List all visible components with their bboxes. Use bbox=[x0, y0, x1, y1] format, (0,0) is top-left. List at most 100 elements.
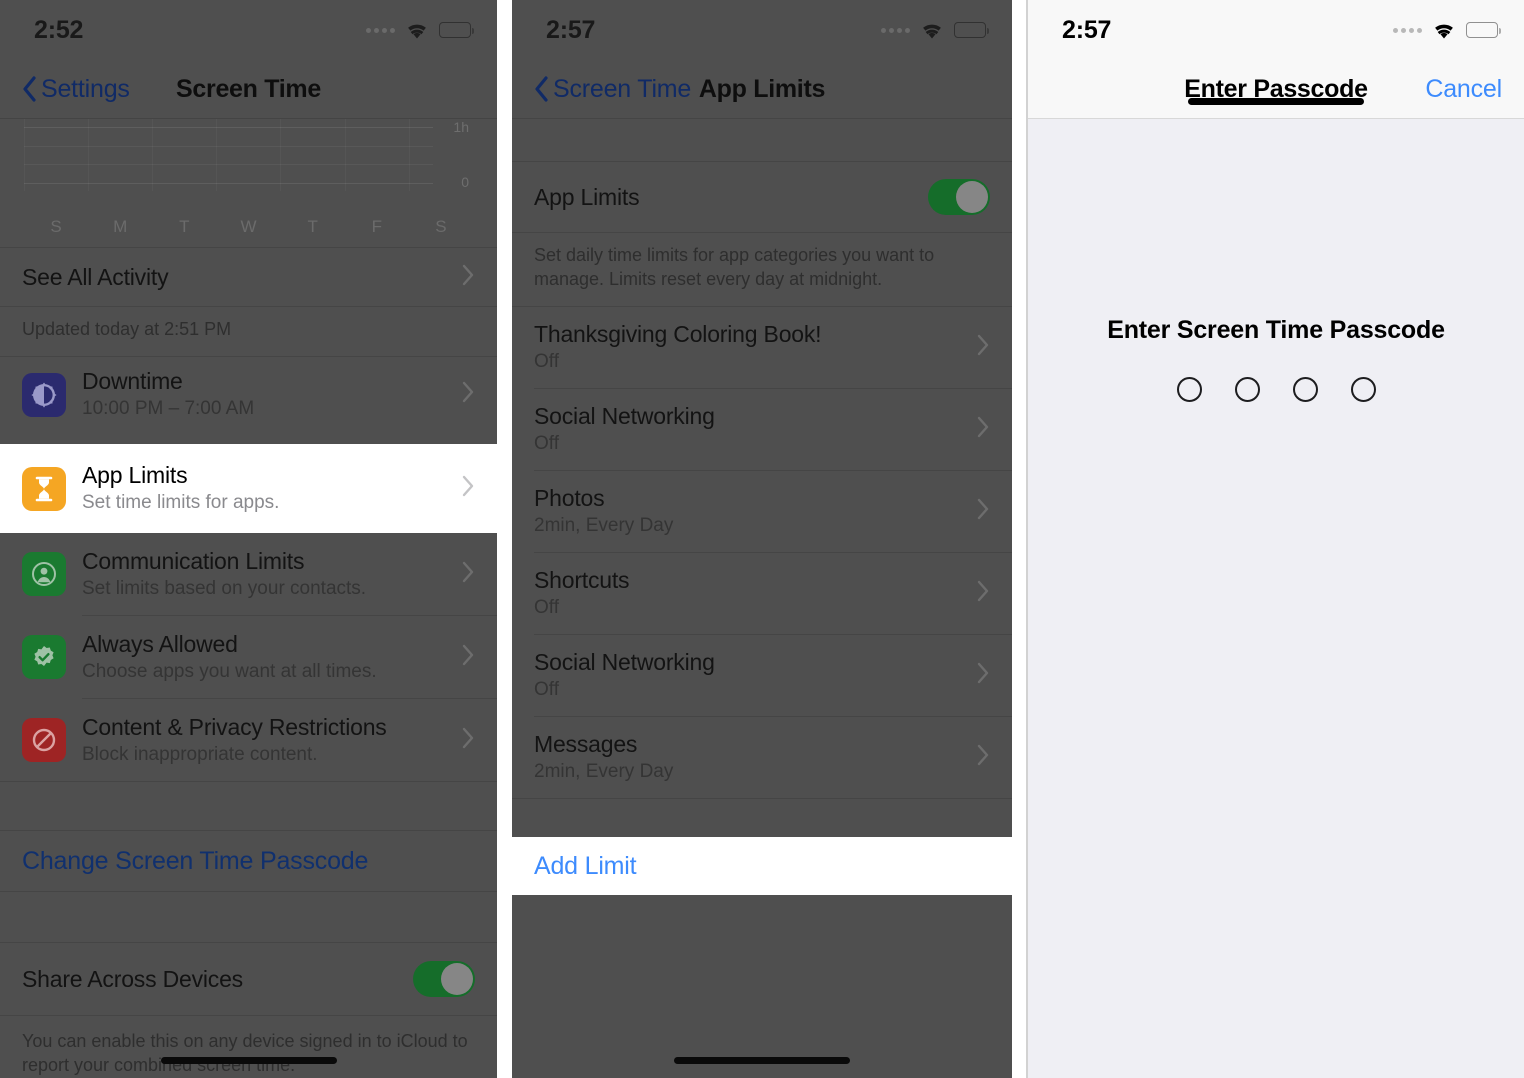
home-indicator bbox=[674, 1057, 850, 1064]
hourglass-icon bbox=[22, 466, 66, 511]
wifi-icon bbox=[1435, 24, 1453, 38]
back-button-label: Screen Time bbox=[553, 74, 692, 103]
list-item-limit[interactable]: Photos 2min, Every Day bbox=[512, 471, 1012, 552]
chevron-right-icon bbox=[462, 727, 475, 754]
status-bar: 2:52 bbox=[0, 0, 497, 60]
passcode-dot bbox=[1292, 377, 1318, 402]
list-item-limit[interactable]: Shortcuts Off bbox=[512, 553, 1012, 634]
sidebar-item-app-limits[interactable]: App Limits Set time limits for apps. bbox=[0, 444, 497, 533]
weekly-usage-chart: 1h 0 bbox=[0, 119, 497, 217]
nav-bar: Screen Time App Limits bbox=[512, 60, 1012, 118]
app-limits-master-toggle[interactable] bbox=[928, 179, 990, 215]
share-across-devices-note: You can enable this on any device signed… bbox=[22, 1031, 468, 1075]
chevron-right-icon bbox=[462, 381, 475, 408]
limit-subtitle: Off bbox=[534, 350, 559, 372]
share-across-devices-row[interactable]: Share Across Devices bbox=[0, 943, 497, 1015]
home-indicator bbox=[160, 1057, 337, 1064]
status-bar: 2:57 bbox=[1028, 0, 1524, 60]
limit-title: Messages bbox=[534, 730, 638, 757]
chevron-left-icon bbox=[23, 76, 36, 102]
chart-xtick: W bbox=[240, 217, 257, 236]
see-all-activity-row[interactable]: See All Activity bbox=[0, 248, 497, 306]
content-privacy-title: Content & Privacy Restrictions bbox=[82, 713, 387, 740]
sidebar-item-communication-limits[interactable]: Communication Limits Set limits based on… bbox=[0, 533, 497, 615]
panel-enter-passcode: 2:57 Enter Passcode Cancel Enter Screen … bbox=[1026, 0, 1524, 1078]
list-item-limit[interactable]: Social Networking Off bbox=[512, 389, 1012, 470]
back-button-label: Settings bbox=[41, 74, 130, 103]
passcode-background bbox=[1028, 0, 1524, 1078]
limit-subtitle: Off bbox=[534, 678, 559, 700]
app-limits-description: Set daily time limits for app categories… bbox=[534, 245, 935, 289]
chevron-right-icon bbox=[977, 334, 990, 361]
status-bar: 2:57 bbox=[512, 0, 1012, 60]
panel1-lower-section: Communication Limits Set limits based on… bbox=[0, 533, 497, 1078]
sidebar-item-app-limits-highlighted[interactable]: App Limits Set time limits for apps. bbox=[0, 444, 497, 533]
change-screen-time-passcode-row[interactable]: Change Screen Time Passcode bbox=[0, 831, 497, 891]
chevron-right-icon bbox=[977, 416, 990, 443]
passcode-dot bbox=[1350, 377, 1376, 402]
share-across-devices-toggle[interactable] bbox=[413, 961, 475, 997]
share-across-devices-label: Share Across Devices bbox=[22, 965, 243, 992]
panel-gap-2 bbox=[1012, 0, 1026, 1078]
updated-note: Updated today at 2:51 PM bbox=[22, 319, 232, 339]
limit-subtitle: Off bbox=[534, 432, 559, 454]
passcode-entry-area: Enter Screen Time Passcode bbox=[1028, 316, 1524, 402]
wifi-icon bbox=[923, 24, 941, 38]
chevron-right-icon bbox=[462, 264, 475, 291]
panel-gap-1 bbox=[497, 0, 512, 1078]
limit-title: Photos bbox=[534, 484, 605, 511]
chart-plot-area: 1h 0 bbox=[24, 119, 473, 191]
panel-app-limits: 2:57 Screen Time App Limits App Limits S… bbox=[512, 0, 1012, 1078]
passcode-dots[interactable] bbox=[1028, 377, 1524, 402]
add-limit-band[interactable]: Add Limit bbox=[512, 838, 1012, 895]
nav-bar: Settings Screen Time bbox=[0, 60, 497, 118]
chevron-right-icon bbox=[462, 475, 475, 502]
passcode-prompt: Enter Screen Time Passcode bbox=[1107, 316, 1445, 344]
battery-icon bbox=[439, 22, 474, 38]
nav-bar: Enter Passcode Cancel bbox=[1028, 60, 1524, 118]
passcode-dot bbox=[1176, 377, 1202, 402]
signal-dots-icon bbox=[366, 27, 395, 33]
prohibition-icon bbox=[22, 718, 66, 762]
chart-xtick: F bbox=[371, 217, 382, 236]
panel2-bottom-section bbox=[512, 895, 1012, 1078]
downtime-title: Downtime bbox=[82, 368, 183, 395]
always-allowed-subtitle: Choose apps you want at all times. bbox=[82, 660, 377, 682]
app-limits-master-row[interactable]: App Limits bbox=[512, 162, 1012, 232]
see-all-activity-label: See All Activity bbox=[22, 263, 169, 290]
chevron-right-icon bbox=[977, 744, 990, 771]
limit-title: Thanksgiving Coloring Book! bbox=[534, 320, 822, 347]
add-limit-label: Add Limit bbox=[534, 852, 637, 880]
list-item-limit[interactable]: Messages 2min, Every Day bbox=[512, 717, 1012, 798]
content-privacy-subtitle: Block inappropriate content. bbox=[82, 743, 318, 765]
cancel-button-label: Cancel bbox=[1425, 74, 1502, 103]
back-button-settings[interactable]: Settings bbox=[22, 75, 130, 104]
battery-icon bbox=[1466, 22, 1501, 38]
add-limit-button[interactable]: Add Limit bbox=[512, 838, 1012, 895]
chart-xtick: S bbox=[435, 217, 447, 236]
limit-subtitle: Off bbox=[534, 596, 559, 618]
sidebar-item-always-allowed[interactable]: Always Allowed Choose apps you want at a… bbox=[0, 616, 497, 698]
list-item-limit[interactable]: Social Networking Off bbox=[512, 635, 1012, 716]
wifi-icon bbox=[408, 24, 426, 38]
check-badge-icon bbox=[22, 635, 66, 679]
chevron-right-icon bbox=[462, 561, 475, 588]
limit-title: Shortcuts bbox=[534, 566, 630, 593]
status-time: 2:52 bbox=[34, 15, 84, 44]
cancel-button[interactable]: Cancel bbox=[1425, 75, 1502, 104]
sidebar-item-content-privacy-restrictions[interactable]: Content & Privacy Restrictions Block ina… bbox=[0, 699, 497, 781]
home-indicator bbox=[1188, 98, 1364, 105]
sidebar-item-downtime[interactable]: Downtime 10:00 PM – 7:00 AM bbox=[0, 357, 497, 433]
back-button-screen-time[interactable]: Screen Time bbox=[534, 75, 691, 104]
limit-subtitle: 2min, Every Day bbox=[534, 514, 674, 536]
limit-title: Social Networking bbox=[534, 648, 715, 675]
chart-xtick: T bbox=[179, 217, 190, 236]
communication-limits-subtitle: Set limits based on your contacts. bbox=[82, 577, 367, 599]
list-item-limit[interactable]: Thanksgiving Coloring Book! Off bbox=[512, 307, 1012, 388]
chevron-right-icon bbox=[977, 580, 990, 607]
app-limits-subtitle: Set time limits for apps. bbox=[82, 492, 280, 514]
chevron-right-icon bbox=[977, 498, 990, 525]
communication-limits-title: Communication Limits bbox=[82, 547, 305, 574]
limit-subtitle: 2min, Every Day bbox=[534, 760, 674, 782]
signal-dots-icon bbox=[881, 27, 910, 33]
